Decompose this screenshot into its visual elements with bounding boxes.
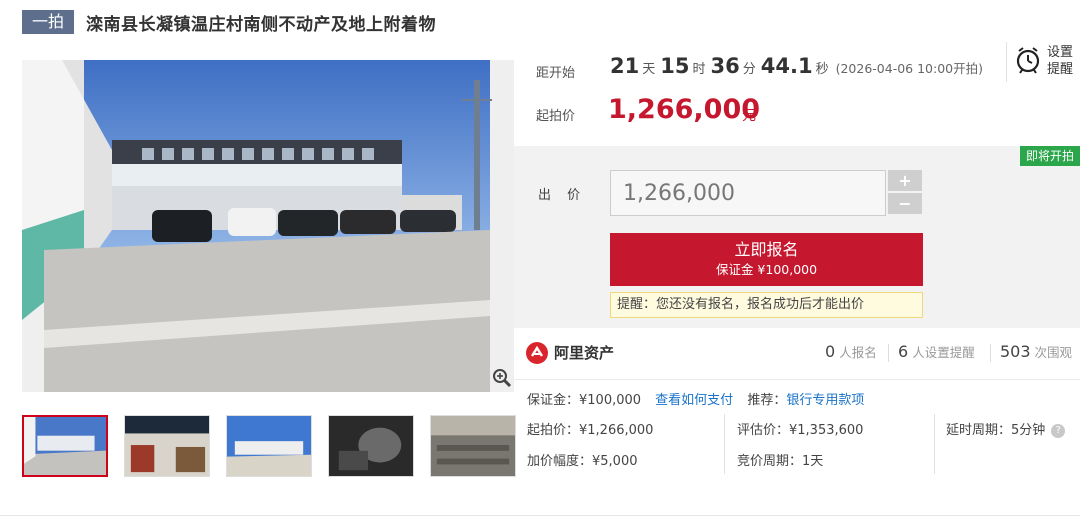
thumbnail-3-image — [227, 416, 311, 476]
auction-round-tag: 一拍 — [22, 10, 75, 34]
start-time-note: (2026-04-06 10:00开拍) — [835, 61, 983, 76]
thumbnail-strip — [22, 415, 516, 477]
detail-divider — [934, 414, 935, 474]
thumbnail-1-image — [24, 417, 106, 475]
bank-account-link[interactable]: 银行专用款项 — [786, 393, 864, 408]
main-property-photo[interactable] — [22, 60, 514, 392]
registered-count: 0 人报名 — [825, 342, 877, 361]
view-count-text: 次围观 — [1034, 345, 1073, 360]
thumbnail-4-image — [329, 416, 413, 476]
help-icon[interactable]: ? — [1051, 423, 1066, 438]
view-count: 503 次围观 — [1000, 342, 1072, 361]
alibaba-asset-logo-icon — [526, 342, 548, 364]
registered-count-text: 人报名 — [839, 345, 877, 360]
view-count-value: 503 — [1000, 342, 1031, 361]
reminder-count: 6 人设置提醒 — [898, 342, 975, 361]
stats-divider — [888, 344, 889, 362]
deposit-label: 保证金 ¥100,000 — [715, 262, 818, 277]
reminder-count-value: 6 — [898, 342, 909, 361]
appraisal-price: 评估价：¥1,353,600 — [737, 423, 864, 438]
bidding-period: 竞价周期：1天 — [737, 454, 824, 469]
countdown-minutes: 36 — [710, 54, 740, 78]
thumbnail-5[interactable] — [430, 415, 516, 477]
increase-bid-button[interactable]: + — [888, 170, 922, 191]
stats-divider — [990, 344, 991, 362]
alarm-clock-icon — [1016, 47, 1040, 74]
start-price-value: 1,266,000 — [608, 94, 761, 125]
bid-label: 出 价 — [538, 188, 587, 203]
countdown-minutes-unit: 分 — [742, 62, 756, 77]
set-reminder-line2: 提醒 — [1047, 62, 1074, 77]
bid-amount-input[interactable] — [610, 170, 886, 216]
start-price-unit: 元 — [742, 108, 756, 124]
registration-tip: 提醒：您还没有报名，报名成功后才能出价 — [610, 292, 923, 318]
bid-increment: 加价幅度：¥5,000 — [527, 454, 638, 469]
how-to-pay-link[interactable]: 查看如何支付 — [655, 393, 733, 408]
thumbnail-1[interactable] — [22, 415, 108, 477]
platform-name: 阿里资产 — [554, 344, 615, 362]
countdown-days: 21 — [610, 54, 640, 78]
registered-count-value: 0 — [825, 342, 836, 361]
set-reminder-line1: 设置 — [1047, 45, 1074, 60]
title-row: 一拍 滦南县长凝镇温庄村南侧不动产及地上附着物 — [22, 8, 436, 36]
zoom-icon[interactable] — [492, 368, 512, 388]
thumbnail-2-image — [125, 416, 209, 476]
start-price-detail: 起拍价：¥1,266,000 — [527, 423, 654, 438]
countdown-hours: 15 — [660, 54, 690, 78]
property-photo-graphic — [22, 60, 514, 392]
set-reminder-button[interactable]: 设置 提醒 — [1006, 42, 1080, 82]
deposit-row: 保证金：¥100,000 查看如何支付 推荐：银行专用款项 — [527, 389, 864, 408]
deposit-text: 保证金：¥100,000 — [527, 393, 642, 408]
set-reminder-label: 设置 提醒 — [1047, 44, 1079, 78]
stats-bar: 阿里资产 0 人报名 6 人设置提醒 503 次围观 — [514, 328, 1080, 380]
thumbnail-4[interactable] — [328, 415, 414, 477]
thumbnail-3[interactable] — [226, 415, 312, 477]
auction-page: 一拍 滦南县长凝镇温庄村南侧不动产及地上附着物 距开始 21 天 15 时 36… — [0, 0, 1080, 516]
decrease-bid-button[interactable]: − — [888, 193, 922, 214]
thumbnail-2[interactable] — [124, 415, 210, 477]
countdown-days-unit: 天 — [642, 62, 656, 77]
start-price-label: 起拍价 — [536, 109, 576, 124]
register-now-button[interactable]: 立即报名 保证金 ¥100,000 — [610, 233, 923, 286]
coming-soon-badge: 即将开拍 — [1019, 146, 1080, 166]
countdown-hours-unit: 时 — [692, 62, 706, 77]
recommend-label: 推荐： — [747, 393, 787, 408]
bid-panel: 即将开拍 出 价 + − 立即报名 保证金 ¥100,000 提醒：您还没有报名… — [514, 146, 1080, 328]
detail-divider — [724, 414, 725, 474]
countdown-seconds: 44.1 — [760, 54, 813, 78]
delay-period-row: 延时周期：5分钟? — [946, 419, 1066, 438]
reminder-count-text: 人设置提醒 — [912, 345, 975, 360]
countdown-seconds-unit: 秒 — [815, 62, 829, 77]
auction-info-panel: 距开始 21 天 15 时 36 分 44.1 秒 (2026-04-06 10… — [514, 42, 1080, 146]
countdown-label: 距开始 — [536, 66, 576, 81]
thumbnail-5-image — [431, 416, 515, 476]
page-title: 滦南县长凝镇温庄村南侧不动产及地上附着物 — [86, 14, 437, 35]
delay-period: 延时周期：5分钟 — [946, 423, 1046, 438]
countdown-timer: 21 天 15 时 36 分 44.1 秒 (2026-04-06 10:00开… — [610, 54, 983, 78]
register-now-label: 立即报名 — [734, 240, 799, 259]
